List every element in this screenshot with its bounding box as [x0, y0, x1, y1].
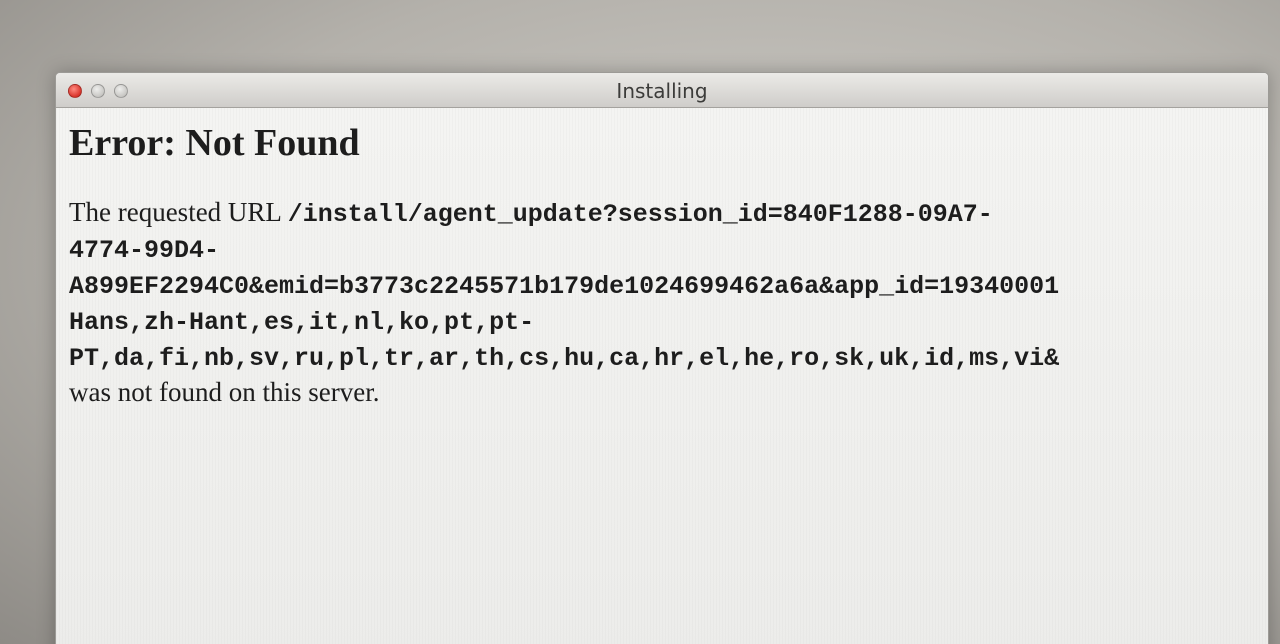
message-line-1: The requested URL /install/agent_update?…: [69, 194, 1268, 230]
error-heading: Error: Not Found: [69, 122, 360, 164]
message-prefix: The requested URL: [69, 197, 288, 227]
url-line: 4774-99D4-: [69, 236, 220, 265]
installer-window: Installing Error: Not Found The requeste…: [55, 72, 1269, 644]
message-line-6: was not found on this server.: [69, 374, 1268, 410]
photo-background: Installing Error: Not Found The requeste…: [0, 0, 1280, 644]
page-content: Error: Not Found The requested URL /inst…: [56, 108, 1268, 644]
message-line-5: PT,da,fi,nb,sv,ru,pl,tr,ar,th,cs,hu,ca,h…: [69, 338, 1268, 374]
message-line-2: 4774-99D4-: [69, 230, 1268, 266]
message-line-3: A899EF2294C0&emid=b3773c2245571b179de102…: [69, 266, 1268, 302]
url-line: Hans,zh-Hant,es,it,nl,ko,pt,pt-: [69, 308, 535, 337]
window-title: Installing: [616, 79, 708, 103]
url-line: PT,da,fi,nb,sv,ru,pl,tr,ar,th,cs,hu,ca,h…: [69, 344, 1060, 373]
title-bar[interactable]: Installing: [56, 73, 1268, 108]
url-line: A899EF2294C0&emid=b3773c2245571b179de102…: [69, 272, 1060, 301]
error-message: The requested URL /install/agent_update?…: [69, 194, 1268, 410]
message-line-4: Hans,zh-Hant,es,it,nl,ko,pt,pt-: [69, 302, 1268, 338]
message-suffix: was not found on this server.: [69, 377, 380, 407]
url-line: /install/agent_update?session_id=840F128…: [287, 200, 993, 229]
